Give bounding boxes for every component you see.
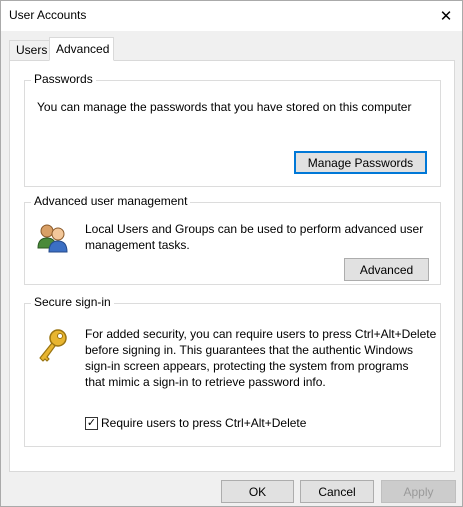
secure-sign-in-line-3: sign-in screen appears, protecting the s… [85,359,409,373]
require-ctrl-alt-delete-checkbox[interactable]: ✓ [85,417,98,430]
advanced-tab-panel: Passwords You can manage the passwords t… [9,60,455,472]
secure-sign-in-group: Secure sign-in For added security, you c… [24,295,441,447]
close-icon: ✕ [439,8,453,25]
secure-sign-in-line-1: For added security, you can require user… [85,327,437,341]
ok-button[interactable]: OK [221,480,294,503]
users-group-icon [37,224,68,253]
advanced-user-management-group: Advanced user management Local Users and… [24,194,441,285]
manage-passwords-button[interactable]: Manage Passwords [294,151,427,174]
tab-users[interactable]: Users [9,40,50,61]
advanced-button[interactable]: Advanced [344,258,429,281]
advanced-user-management-description-2: management tasks. [85,238,190,252]
passwords-description: You can manage the passwords that you ha… [37,100,412,114]
advanced-user-management-description-1: Local Users and Groups can be used to pe… [85,222,424,236]
passwords-group: Passwords You can manage the passwords t… [24,72,441,187]
require-ctrl-alt-delete-label[interactable]: Require users to press Ctrl+Alt+Delete [101,415,306,431]
secure-sign-in-line-4: that mimic a sign-in to retrieve passwor… [85,375,326,389]
cancel-button[interactable]: Cancel [300,480,374,503]
secure-sign-in-line-2: before signing in. This guarantees that … [85,343,413,357]
advanced-user-management-title: Advanced user management [31,194,191,208]
key-icon [39,329,67,362]
checkmark-icon: ✓ [86,417,97,429]
passwords-group-title: Passwords [31,72,96,86]
user-accounts-window: User Accounts ✕ Users Advanced Passwords… [0,0,463,507]
apply-button[interactable]: Apply [381,480,456,503]
window-title: User Accounts [9,8,87,22]
title-bar: User Accounts ✕ [1,1,462,31]
tab-advanced[interactable]: Advanced [49,37,114,61]
secure-sign-in-title: Secure sign-in [31,295,114,309]
close-button[interactable]: ✕ [430,1,462,31]
